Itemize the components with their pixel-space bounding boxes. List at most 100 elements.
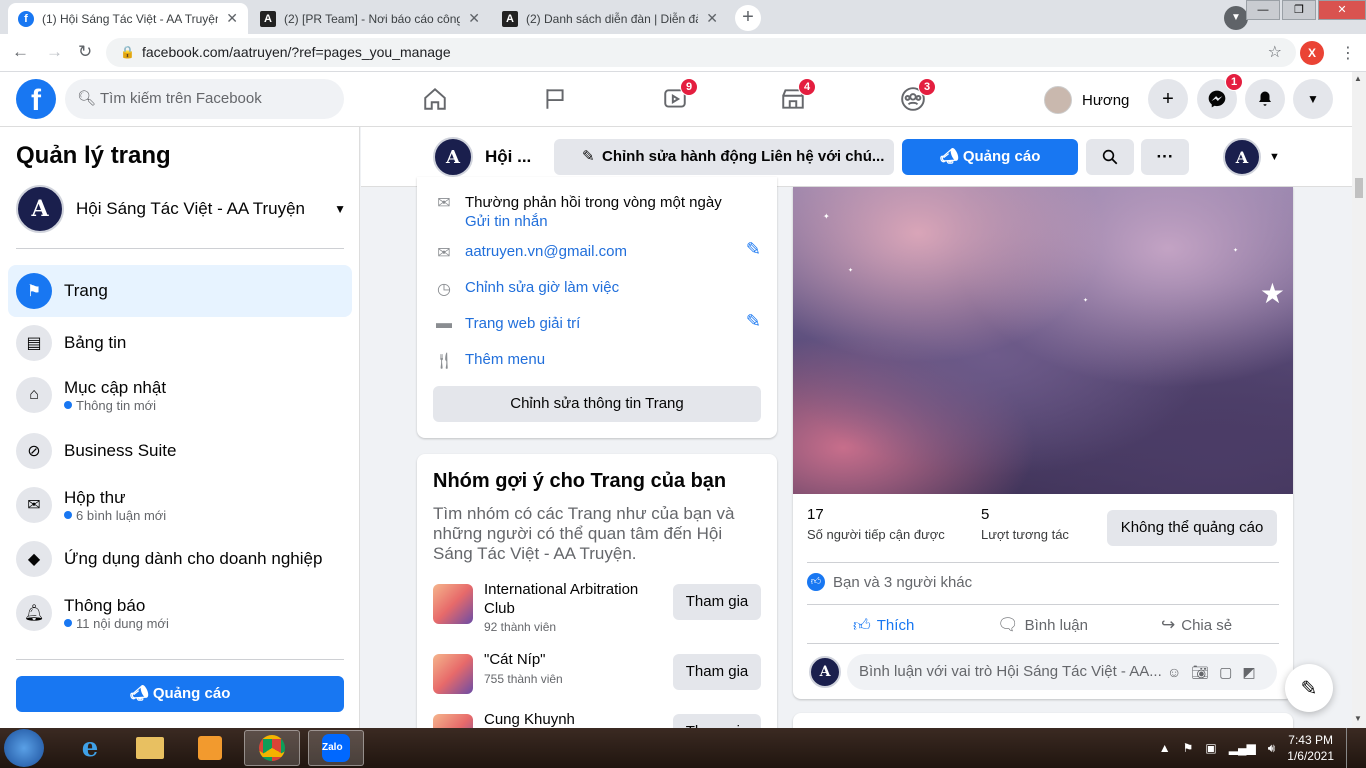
taskbar-clock[interactable]: 7:43 PM 1/6/2021 (1287, 732, 1334, 764)
browser-tab-facebook[interactable]: f (1) Hội Sáng Tác Việt - AA Truyện ✕ (8, 3, 248, 34)
edit-hours-link[interactable]: Chỉnh sửa giờ làm việc (465, 279, 619, 296)
group-name[interactable]: Cung Khuynh (484, 710, 664, 729)
account-menu-button[interactable]: ▼ (1293, 79, 1333, 119)
extension-icon[interactable]: X (1300, 41, 1324, 65)
sidebar-item-business-suite[interactable]: ⊘ Business Suite (8, 425, 352, 477)
group-thumbnail[interactable] (433, 584, 473, 624)
media-player-icon[interactable] (182, 730, 238, 766)
new-message-fab[interactable]: ✎ (1285, 664, 1333, 712)
add-menu-link[interactable]: Thêm menu (465, 351, 545, 368)
divider (807, 562, 1279, 563)
groups-icon[interactable]: 3 (896, 78, 936, 114)
more-options-button[interactable]: ··· (1141, 139, 1189, 175)
group-name[interactable]: International Arbitration Club (484, 580, 664, 618)
promote-button[interactable]: 📣︎ Quảng cáo (902, 139, 1078, 175)
group-name[interactable]: "Cát Níp" (484, 650, 664, 669)
page-logo-icon[interactable]: A (433, 137, 473, 177)
acting-as-switcher[interactable]: A ▼ (1223, 137, 1283, 177)
lock-icon[interactable]: 🔒 (120, 38, 135, 67)
new-tab-button[interactable]: + (735, 5, 761, 31)
browser-tab-forum[interactable]: A (2) Danh sách diễn đàn | Diễn đàn ✕ (492, 3, 728, 34)
facebook-search-input[interactable]: 🔍︎ Tìm kiếm trên Facebook (65, 79, 344, 119)
send-message-link[interactable]: Gửi tin nhắn (465, 212, 722, 231)
edit-page-info-button[interactable]: Chỉnh sửa thông tin Trang (433, 386, 761, 422)
network-icon[interactable]: ▂▄▆ (1229, 741, 1256, 755)
scrollbar-thumb[interactable] (1355, 178, 1363, 198)
bookmark-star-icon[interactable]: ☆ (1268, 38, 1282, 67)
page-search-button[interactable] (1086, 139, 1134, 175)
boost-unavailable-button[interactable]: Không thể quảng cáo (1107, 510, 1277, 546)
notifications-bell-button[interactable] (1245, 79, 1285, 119)
tab-search-icon[interactable]: ▼ (1224, 6, 1248, 30)
sidebar-item-label: Thông báo (64, 595, 146, 615)
facebook-logo-icon[interactable]: f (16, 79, 56, 119)
scroll-down-icon[interactable]: ▼ (1354, 714, 1362, 723)
maximize-button[interactable]: ❐ (1282, 0, 1316, 20)
forward-arrow-icon[interactable]: → (46, 42, 63, 62)
sticker-icon[interactable]: ◩ (1242, 664, 1255, 681)
newsfeed-icon: ▤ (16, 325, 52, 361)
post-image[interactable]: ★ ✦ ✦ ✦ ✦ (793, 187, 1293, 494)
hours-row: ◷ Chỉnh sửa giờ làm việc (433, 279, 619, 299)
sidebar-ad-button[interactable]: 📣︎ Quảng cáo (16, 676, 344, 712)
edit-email-pencil-icon[interactable]: ✎ (746, 239, 761, 260)
volume-icon[interactable]: 🔊︎ (1268, 741, 1276, 756)
pages-flag-icon[interactable] (538, 84, 572, 114)
sidebar-item-updates[interactable]: ⌂ Mục cập nhật Thông tin mới (8, 369, 352, 421)
minimize-button[interactable]: — (1246, 0, 1280, 20)
internet-explorer-icon[interactable]: e (62, 730, 118, 766)
browser-tab-pr-team[interactable]: A (2) [PR Team] - Nơi báo cáo công ✕ (250, 3, 490, 34)
browser-menu-icon[interactable]: ⋮ (1340, 43, 1356, 63)
join-group-button[interactable]: Tham gia (673, 654, 761, 690)
sidebar-item-notifications[interactable]: 🔔︎ Thông báo 11 nội dung mới (8, 587, 352, 639)
sidebar-item-inbox[interactable]: ✉ Hộp thư 6 bình luận mới (8, 479, 352, 531)
profile-link[interactable]: Hương (1044, 82, 1129, 118)
sidebar-item-business-apps[interactable]: ◆ Ứng dụng dành cho doanh nghiệp (8, 533, 352, 585)
page-switcher[interactable]: A Hội Sáng Tác Việt - AA Truyện ▼ (16, 185, 346, 233)
tray-expand-icon[interactable]: ▲ (1159, 741, 1171, 755)
page-scrollbar[interactable]: ▲ ▼ (1352, 72, 1366, 728)
share-button[interactable]: ↪ Chia sẻ (1161, 607, 1232, 643)
gif-icon[interactable]: ▢ (1219, 664, 1232, 681)
reach-label: Số người tiếp cận được (807, 527, 945, 542)
window-close-button[interactable]: ✕ (1318, 0, 1366, 20)
home-icon[interactable] (418, 84, 452, 114)
like-button[interactable]: 👍︎ Thích (853, 607, 914, 643)
comment-button[interactable]: 🗨︎ Bình luận (997, 607, 1088, 643)
avatar (1044, 86, 1072, 114)
divider (807, 604, 1279, 605)
start-button[interactable] (4, 729, 44, 767)
create-plus-button[interactable]: + (1148, 79, 1188, 119)
close-tab-icon[interactable]: ✕ (706, 10, 718, 27)
reactions-summary[interactable]: 👍︎ Bạn và 3 người khác (807, 573, 972, 591)
edit-category-pencil-icon[interactable]: ✎ (746, 311, 761, 332)
tray-flag-icon[interactable]: ⚑ (1183, 741, 1194, 755)
zalo-taskbar-icon[interactable]: Zalo (308, 730, 364, 766)
sidebar-item-page[interactable]: ⚑ Trang (8, 265, 352, 317)
reload-icon[interactable]: ↻ (78, 42, 92, 62)
camera-icon[interactable]: 📷︎ (1191, 664, 1209, 681)
file-explorer-icon[interactable] (122, 730, 178, 766)
tray-app-icon[interactable]: ▣ (1205, 741, 1216, 755)
join-group-button[interactable]: Tham gia (673, 584, 761, 620)
chrome-taskbar-icon[interactable] (244, 730, 300, 766)
messenger-button[interactable]: 1 (1197, 73, 1243, 119)
group-thumbnail[interactable] (433, 654, 473, 694)
back-arrow-icon[interactable]: ← (12, 42, 29, 62)
emoji-icon[interactable]: ☺ (1167, 664, 1181, 681)
category-link[interactable]: Trang web giải trí (465, 315, 580, 332)
thumbs-up-icon: 👍︎ (853, 615, 871, 635)
scroll-up-icon[interactable]: ▲ (1354, 74, 1362, 83)
show-desktop-button[interactable] (1346, 728, 1356, 768)
page-name-short[interactable]: Hội ... (485, 147, 531, 167)
close-tab-icon[interactable]: ✕ (468, 10, 480, 27)
watch-video-icon[interactable]: 9 (658, 78, 698, 114)
email-link[interactable]: aatruyen.vn@gmail.com (465, 243, 627, 260)
divider (807, 643, 1279, 644)
marketplace-icon[interactable]: 4 (776, 78, 816, 114)
post-actions: 👍︎ Thích 🗨︎ Bình luận ↪ Chia sẻ (793, 607, 1293, 643)
edit-contact-action-button[interactable]: ✎ Chỉnh sửa hành động Liên hệ với chú... (554, 139, 894, 175)
sidebar-item-feed[interactable]: ▤ Bảng tin (8, 317, 352, 369)
address-bar[interactable]: 🔒 facebook.com/aatruyen/?ref=pages_you_m… (106, 38, 1296, 67)
close-tab-icon[interactable]: ✕ (226, 10, 238, 27)
